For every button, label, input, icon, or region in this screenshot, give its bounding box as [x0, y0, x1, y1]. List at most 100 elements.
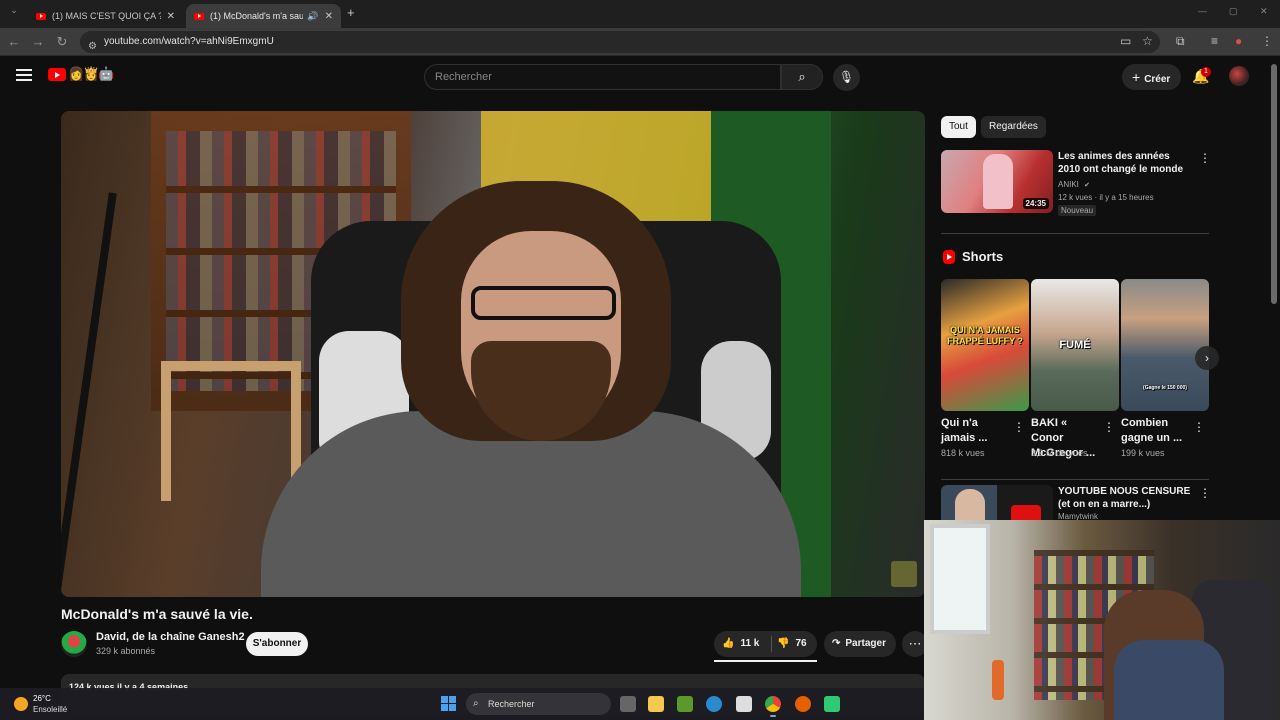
channel-avatar[interactable]	[61, 631, 87, 657]
share-button[interactable]: ↷ Partager	[824, 631, 896, 657]
webcam-window	[930, 524, 990, 634]
channel-name[interactable]: David, de la chaîne Ganesh2	[96, 631, 245, 643]
window-close-button[interactable]: ✕	[1260, 6, 1268, 17]
browser-toolbar: ← → ↻ ⚙ youtube.com/watch?v=ahNi9EmxgmU …	[0, 28, 1280, 56]
bookmark-star-icon[interactable]: ☆	[1142, 34, 1153, 48]
task-view-icon[interactable]	[620, 696, 636, 712]
verified-icon: ✔	[1084, 182, 1091, 189]
youtube-logo[interactable]	[48, 68, 66, 81]
start-button[interactable]	[441, 696, 456, 711]
tab-close-icon[interactable]: ✕	[167, 11, 175, 22]
more-horizontal-icon: ⋯	[908, 636, 922, 651]
like-count: 11 k	[740, 638, 760, 649]
video-thumbnail[interactable]	[941, 485, 1053, 525]
app-icon[interactable]	[824, 696, 840, 712]
microphone-icon: 🎙	[838, 70, 855, 84]
video-frame-stool	[161, 361, 301, 501]
page-scrollbar[interactable]	[1271, 64, 1277, 304]
chip-watched[interactable]: Regardées	[981, 116, 1046, 138]
tab-search-icon[interactable]: ⌄	[6, 5, 22, 16]
short-title[interactable]: Combien gagne un ...	[1121, 416, 1191, 446]
video-title: McDonald's m'a sauvé la vie.	[61, 606, 253, 622]
channel-watermark[interactable]	[891, 561, 917, 587]
maximize-button[interactable]: ▢	[1229, 6, 1238, 17]
share-label: Partager	[845, 638, 886, 649]
create-button[interactable]: + Créer	[1122, 64, 1181, 90]
voice-search-button[interactable]: 🎙	[833, 64, 860, 91]
short-overlay-text: QUI N'A JAMAIS FRAPPÉ LUFFY ?	[947, 325, 1023, 346]
profile-icon[interactable]: ●	[1235, 34, 1242, 48]
file-explorer-icon[interactable]	[648, 696, 664, 712]
firefox-icon[interactable]	[795, 696, 811, 712]
subscribe-button[interactable]: S'abonner	[246, 632, 308, 656]
divider	[941, 479, 1209, 480]
nvidia-icon[interactable]	[677, 696, 693, 712]
more-vertical-icon[interactable]: ⋮	[1103, 420, 1115, 434]
weather-temperature[interactable]: 26°C	[33, 694, 51, 703]
plus-icon: +	[1132, 69, 1141, 85]
more-vertical-icon[interactable]: ⋮	[1193, 420, 1205, 434]
tab-close-icon[interactable]: ✕	[325, 11, 333, 22]
cast-icon[interactable]: ▭	[1120, 34, 1131, 48]
reload-icon[interactable]: ↻	[54, 34, 70, 50]
video-thumbnail[interactable]: 24:35	[941, 150, 1053, 213]
video-frame-glasses	[471, 286, 616, 320]
short-thumbnail[interactable]: QUI N'A JAMAIS FRAPPÉ LUFFY ?	[941, 279, 1029, 411]
short-thumbnail[interactable]: FUMÉ	[1031, 279, 1119, 411]
short-views: 818 k vues	[941, 448, 985, 458]
video-meta: 12 k vues · il y a 15 heures	[1058, 193, 1154, 202]
taskbar-search[interactable]: ⌕ Rechercher	[466, 693, 611, 715]
doodle-logo-icon[interactable]: 👩👸🤖	[68, 66, 115, 82]
search-icon: ⌕	[798, 69, 806, 84]
search-button[interactable]: ⌕	[781, 64, 823, 90]
store-icon[interactable]	[736, 696, 752, 712]
more-vertical-icon[interactable]: ⋮	[1013, 420, 1025, 434]
like-ratio-bar	[714, 660, 817, 662]
new-tab-button[interactable]: +	[347, 5, 355, 20]
more-vertical-icon[interactable]: ⋮	[1199, 486, 1211, 500]
browser-menu-icon[interactable]: ⋮	[1261, 34, 1273, 48]
shorts-next-button[interactable]: ›	[1195, 346, 1219, 370]
video-duration: 24:35	[1022, 198, 1049, 209]
taskbar-search-label: Rechercher	[488, 699, 535, 709]
channel-name: ANIKI	[1058, 180, 1079, 189]
video-title[interactable]: Les animes des années 2010 ont changé le…	[1058, 150, 1193, 176]
forward-icon[interactable]: →	[30, 34, 46, 49]
share-icon: ↷	[832, 638, 841, 649]
search-input[interactable]: Rechercher	[424, 64, 781, 90]
media-controls-icon[interactable]: ≡	[1211, 34, 1218, 48]
shorts-logo-icon	[943, 250, 955, 264]
chip-all[interactable]: Tout	[941, 116, 976, 138]
site-settings-icon[interactable]: ⚙	[88, 36, 97, 58]
chrome-icon[interactable]	[765, 696, 781, 717]
minimize-button[interactable]: —	[1198, 6, 1207, 16]
edge-icon[interactable]	[706, 696, 722, 712]
like-button[interactable]: 👍 11 k	[722, 631, 759, 657]
youtube-favicon-icon	[194, 12, 204, 20]
more-vertical-icon[interactable]: ⋮	[1199, 151, 1211, 165]
thumbs-up-icon: 👍	[722, 638, 735, 649]
thumbnail-character	[983, 154, 1013, 209]
extensions-icon[interactable]: ⧉	[1176, 34, 1185, 49]
account-avatar[interactable]	[1229, 66, 1249, 86]
divider	[771, 636, 772, 652]
weather-description[interactable]: Ensoleillé	[33, 705, 67, 714]
tab-mais-cest-quoi[interactable]: (1) MAIS C'EST QUOI ÇA ? LES ✕	[28, 4, 183, 28]
video-title[interactable]: YOUTUBE NOUS CENSURE (et on en a marre..…	[1058, 485, 1198, 511]
menu-icon[interactable]	[16, 69, 32, 81]
video-player[interactable]	[61, 111, 925, 597]
short-thumbnail[interactable]: (Gagne le 150 000)	[1121, 279, 1209, 411]
audio-playing-icon[interactable]: 🔊	[307, 11, 318, 22]
dislike-button[interactable]: 👎 76	[777, 631, 807, 657]
video-channel[interactable]: ANIKI ✔	[1058, 180, 1090, 189]
create-label: Créer	[1144, 74, 1171, 85]
short-title[interactable]: Qui n'a jamais ...	[941, 416, 1011, 446]
tab-mcdonalds[interactable]: (1) McDonald's m'a sauvé la 🔊 ✕	[186, 4, 341, 28]
new-badge: Nouveau	[1058, 205, 1097, 216]
chevron-right-icon: ›	[1205, 351, 1209, 365]
address-bar[interactable]: ⚙ youtube.com/watch?v=ahNi9EmxgmU	[80, 31, 1160, 53]
dislike-count: 76	[795, 638, 807, 649]
back-icon[interactable]: ←	[6, 34, 22, 49]
video-frame-tripod	[61, 192, 117, 590]
sun-icon[interactable]	[14, 697, 28, 711]
